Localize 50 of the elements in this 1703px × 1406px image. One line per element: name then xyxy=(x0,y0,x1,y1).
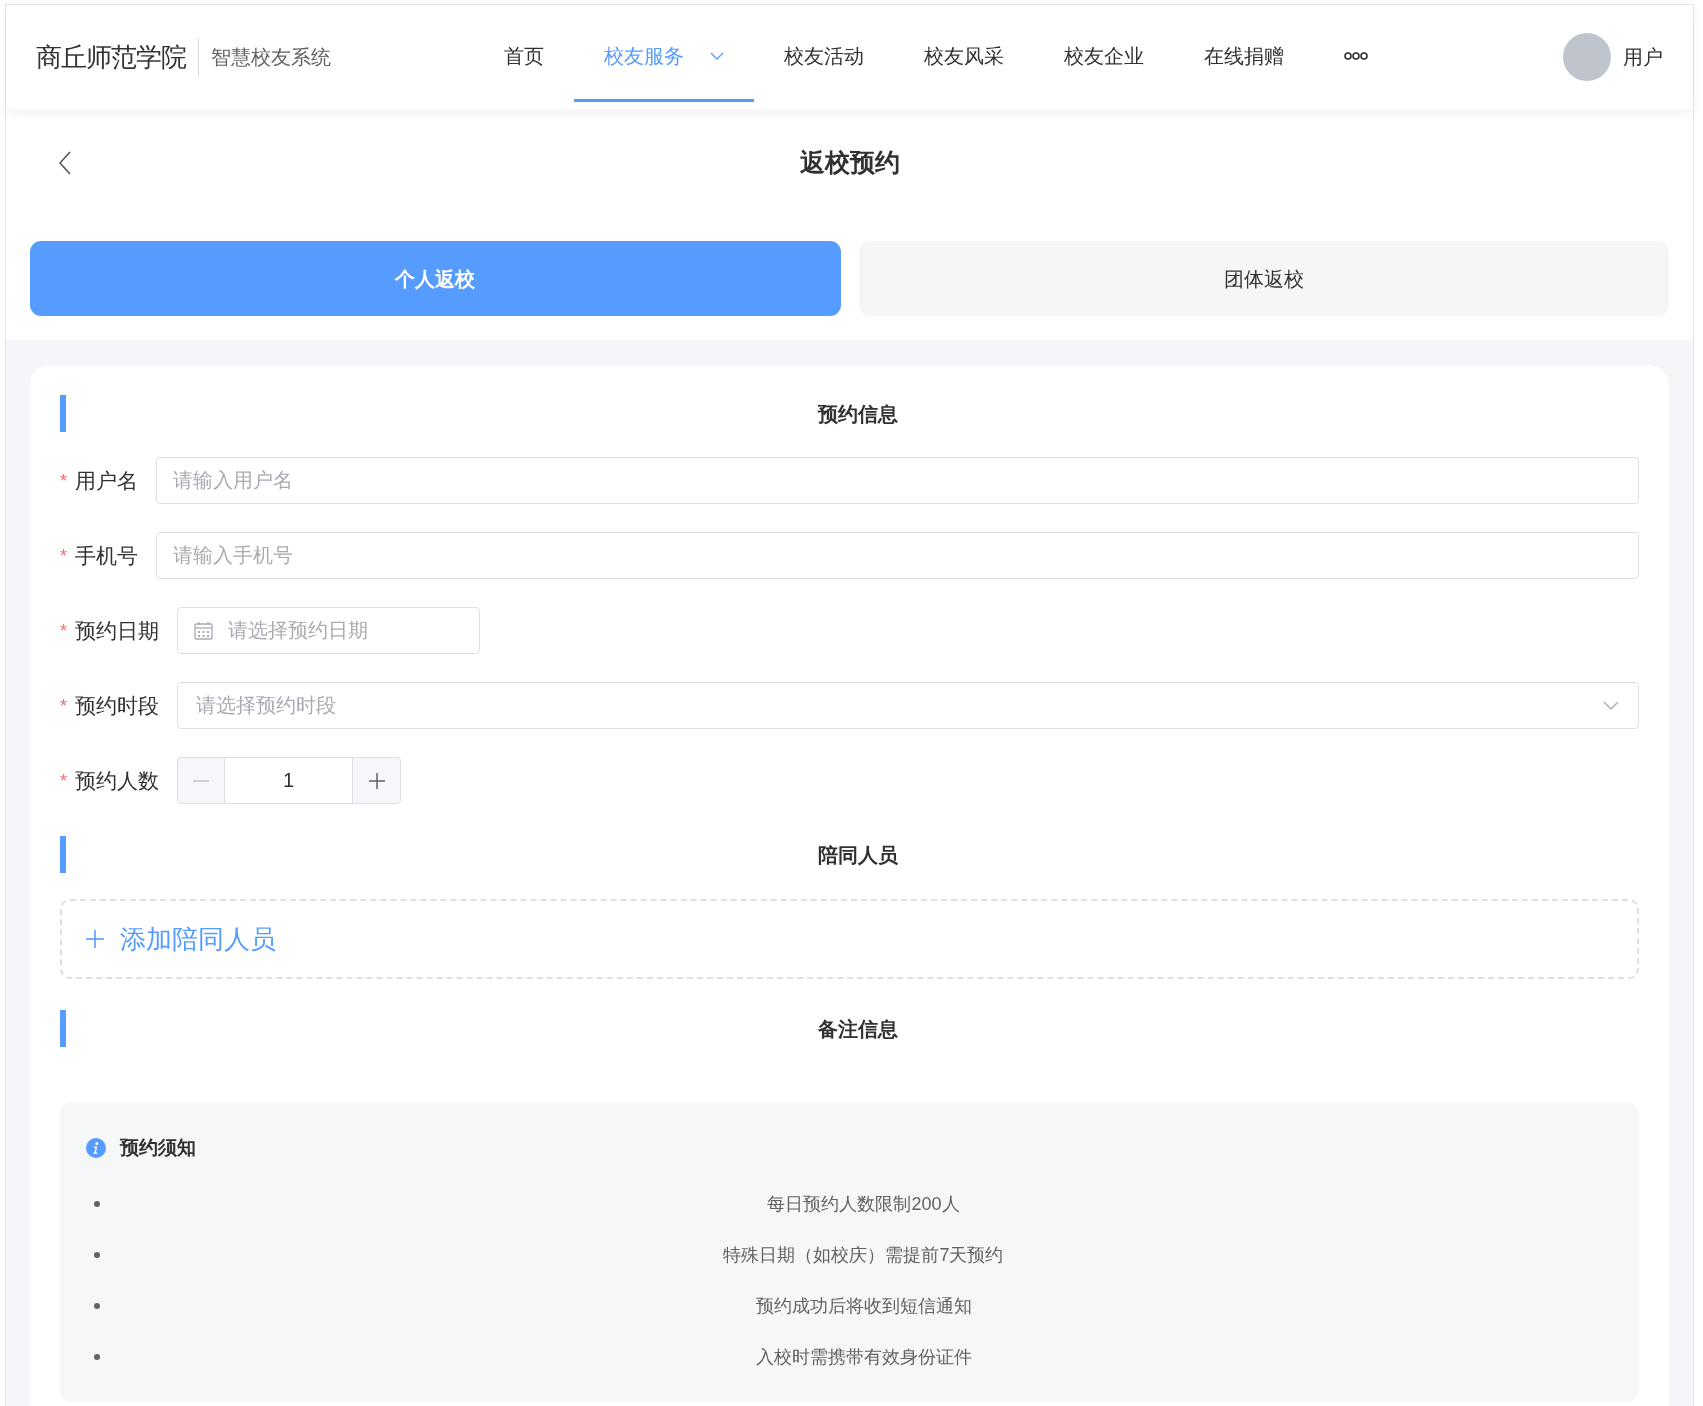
section-title: 陪同人员 xyxy=(816,842,899,868)
user-menu-button[interactable]: 用户 xyxy=(1563,33,1663,81)
field-label: 预约时段 xyxy=(75,692,159,719)
avatar-icon xyxy=(1563,33,1611,81)
select-field[interactable]: 请选择预约时段 xyxy=(177,682,1639,729)
plus-icon xyxy=(86,930,104,948)
input-field[interactable]: 请输入用户名 xyxy=(156,457,1639,504)
tab[interactable]: 团体返校 xyxy=(858,241,1669,316)
nav-tab[interactable]: 校友企业 xyxy=(1034,5,1174,102)
field-label: 预约日期 xyxy=(75,617,159,644)
page-title: 返校预约 xyxy=(799,147,900,179)
number-field[interactable]: 1 xyxy=(225,757,352,804)
section-title: 预约信息 xyxy=(816,401,899,427)
plus-icon xyxy=(368,772,385,789)
school-logo-text: 商丘师范学院 xyxy=(36,40,186,74)
notice-item: 入校时需携带有效身份证件 xyxy=(754,1345,973,1369)
section-title: 备注信息 xyxy=(816,1016,899,1042)
notice-item: 特殊日期（如校庆）需提前7天预约 xyxy=(722,1243,1005,1267)
required-mark: * xyxy=(60,546,67,565)
accent-bar-icon xyxy=(60,1010,66,1047)
notice-title: 预约须知 xyxy=(120,1135,196,1160)
required-mark: * xyxy=(60,696,67,715)
minus-icon xyxy=(193,779,209,782)
chevron-down-icon xyxy=(1603,701,1619,710)
more-icon xyxy=(1344,52,1368,60)
accent-bar-icon xyxy=(60,836,66,873)
input-field[interactable]: 请输入手机号 xyxy=(156,532,1639,579)
required-mark: * xyxy=(60,471,67,490)
notice-item: 预约成功后将收到短信通知 xyxy=(754,1294,973,1318)
bullet-icon xyxy=(94,1354,100,1360)
field-label: 用户名 xyxy=(75,467,138,494)
info-icon xyxy=(86,1138,106,1158)
bullet-icon xyxy=(94,1252,100,1258)
field-label: 预约人数 xyxy=(75,767,159,794)
system-name: 智慧校友系统 xyxy=(211,45,331,70)
nav-tab[interactable]: 校友风采 xyxy=(894,5,1034,102)
chevron-left-icon xyxy=(59,151,71,175)
nav-tab[interactable]: 首页 xyxy=(474,5,574,102)
nav-tab[interactable]: 校友活动 xyxy=(754,5,894,102)
date-picker-field[interactable]: 请选择预约日期 xyxy=(177,607,480,654)
calendar-icon xyxy=(194,622,213,640)
increase-button[interactable] xyxy=(352,757,401,804)
notice-item: 每日预约人数限制200人 xyxy=(766,1192,961,1216)
required-mark: * xyxy=(60,771,67,790)
field-label: 手机号 xyxy=(75,542,138,569)
bullet-icon xyxy=(94,1201,100,1207)
bullet-icon xyxy=(94,1303,100,1309)
nav-tab[interactable]: 在线捐赠 xyxy=(1174,5,1314,102)
accent-bar-icon xyxy=(60,395,66,432)
required-mark: * xyxy=(60,621,67,640)
